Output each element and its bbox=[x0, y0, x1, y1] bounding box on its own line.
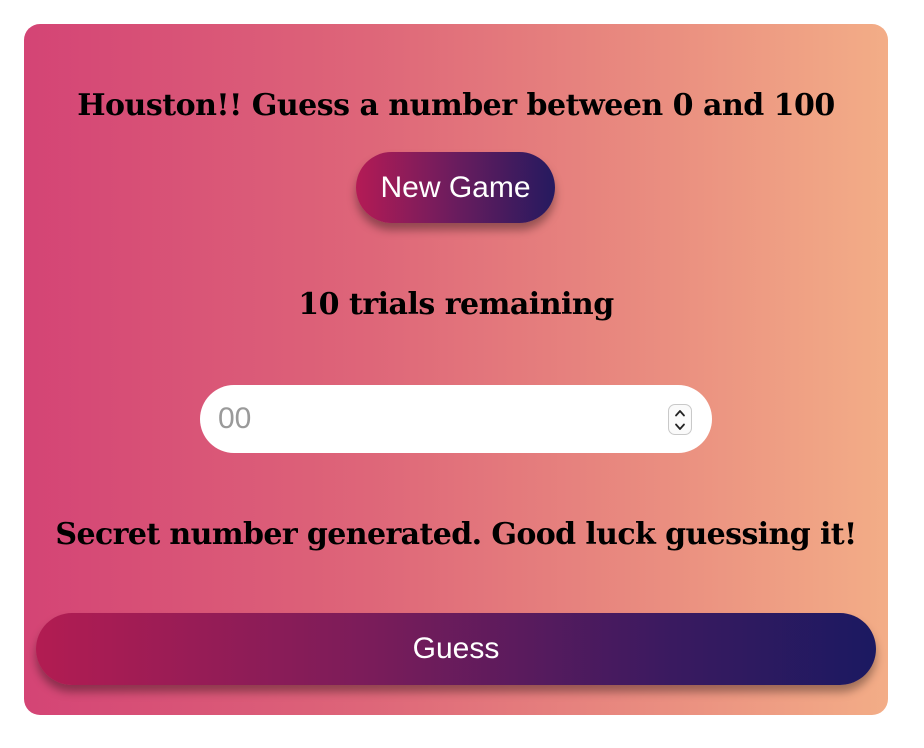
game-title: Houston!! Guess a number between 0 and 1… bbox=[77, 88, 835, 123]
guess-input-container bbox=[200, 385, 712, 453]
trials-remaining: 10 trials remaining bbox=[298, 287, 614, 322]
number-stepper[interactable] bbox=[668, 404, 692, 435]
guess-input[interactable] bbox=[218, 385, 648, 453]
chevron-up-icon[interactable] bbox=[669, 406, 691, 420]
game-card: Houston!! Guess a number between 0 and 1… bbox=[24, 24, 888, 715]
guess-button[interactable]: Guess bbox=[36, 613, 876, 685]
new-game-button[interactable]: New Game bbox=[356, 152, 555, 223]
status-message: Secret number generated. Good luck guess… bbox=[55, 517, 857, 552]
chevron-down-icon[interactable] bbox=[669, 420, 691, 434]
